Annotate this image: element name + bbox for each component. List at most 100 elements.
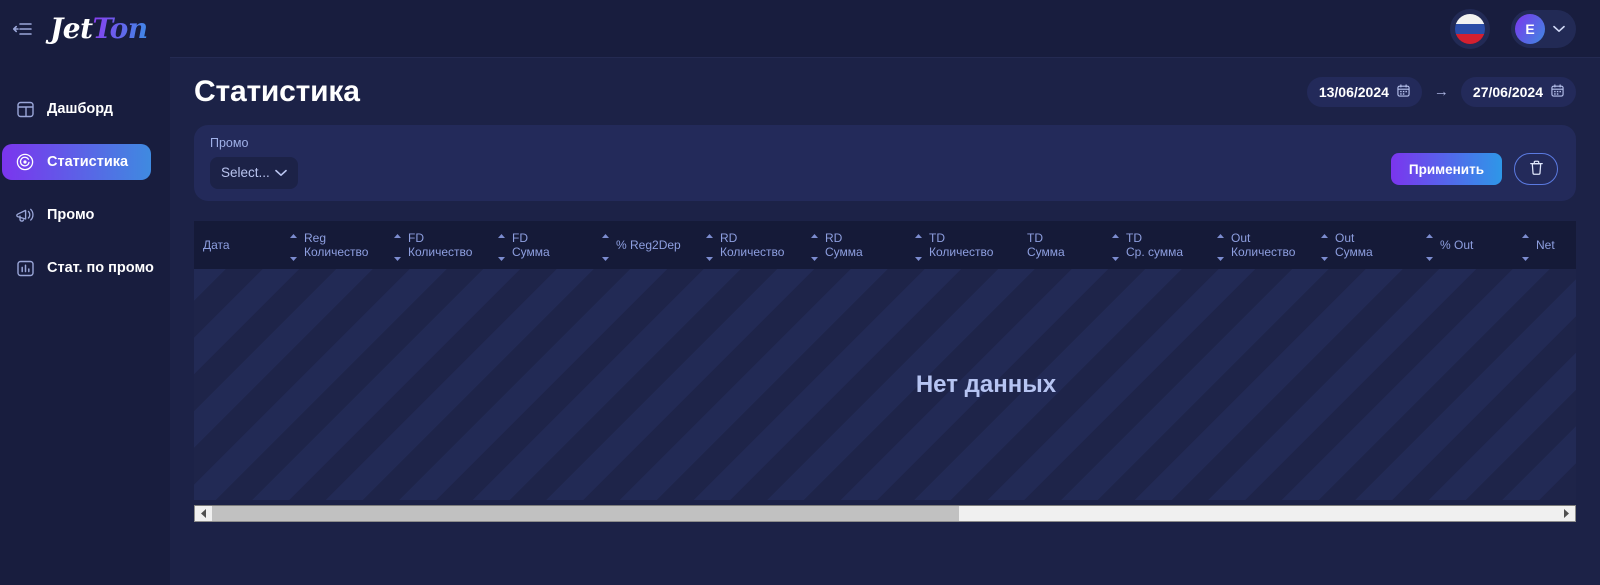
header-line-1: FD <box>512 231 528 245</box>
scrollbar-track[interactable] <box>212 506 1558 521</box>
app-logo[interactable]: JetTon <box>50 15 148 43</box>
header-line-2: Сумма <box>1335 245 1373 259</box>
sort-desc-icon <box>394 248 401 266</box>
column-header-fd-count[interactable]: FD Количество <box>394 225 498 266</box>
promo-select-value: Select... <box>221 165 270 180</box>
sort-desc-icon <box>498 248 505 266</box>
header-line-2: Сумма <box>512 245 550 259</box>
sort-toggle-icon[interactable] <box>394 225 401 266</box>
header-line-2: Количество <box>408 245 473 259</box>
column-header-out-pct[interactable]: % Out <box>1426 225 1522 266</box>
column-header-rd-sum[interactable]: RD Сумма <box>811 225 915 266</box>
sort-asc-icon <box>602 225 609 243</box>
header-line-1: TD <box>1027 231 1043 245</box>
user-menu[interactable]: E <box>1511 9 1576 48</box>
sort-desc-icon <box>1217 248 1224 266</box>
header-line-1: TD <box>929 231 945 245</box>
column-header-fd-sum[interactable]: FD Сумма <box>498 225 602 266</box>
date-end-input[interactable]: 27/06/2024 <box>1460 76 1576 107</box>
header-line-1: TD <box>1126 231 1142 245</box>
scroll-left-icon[interactable] <box>195 506 212 521</box>
header-line-2: Ср. сумма <box>1126 245 1184 259</box>
sort-asc-icon <box>1321 225 1328 243</box>
bar-chart-icon <box>16 259 34 277</box>
table-header-row: Дата Reg Количество FD Количество FD Сум… <box>194 221 1576 269</box>
sort-desc-icon <box>1522 248 1529 266</box>
column-header-td-sum[interactable]: TD Сумма <box>1019 231 1112 259</box>
sidebar-item-label: Статистика <box>47 153 129 170</box>
sidebar-item-label: Дашборд <box>47 100 113 117</box>
column-header-label: Reg Количество <box>304 231 368 259</box>
flag-stripe-white <box>1455 13 1485 24</box>
scroll-right-icon[interactable] <box>1558 506 1575 521</box>
calendar-icon <box>1551 83 1564 100</box>
logo-text-ton: Ton <box>92 12 149 45</box>
calendar-icon <box>1397 83 1410 100</box>
sort-desc-icon <box>602 248 609 266</box>
horizontal-scrollbar[interactable] <box>194 505 1576 522</box>
sidebar: JetTon Дашборд Статистика Промо Стат. по… <box>0 0 170 585</box>
topbar: E <box>170 0 1600 58</box>
column-header-label: TD Ср. сумма <box>1126 231 1183 259</box>
header-line-2: Количество <box>304 245 369 259</box>
sort-asc-icon <box>706 225 713 243</box>
date-end-value: 27/06/2024 <box>1472 83 1543 100</box>
sort-toggle-icon[interactable] <box>498 225 505 266</box>
sort-toggle-icon[interactable] <box>1426 225 1433 266</box>
column-header-net[interactable]: Net <box>1522 225 1576 266</box>
russia-flag-icon[interactable] <box>1455 13 1485 44</box>
sort-toggle-icon[interactable] <box>706 225 713 266</box>
column-header-rd-count[interactable]: RD Количество <box>706 225 811 266</box>
clear-filters-button[interactable] <box>1514 153 1558 185</box>
column-header-out-sum[interactable]: Out Сумма <box>1321 225 1426 266</box>
column-header-td-count[interactable]: TD Количество <box>915 225 1019 266</box>
column-header-out-count[interactable]: Out Количество <box>1217 225 1321 266</box>
sort-asc-icon <box>1217 225 1224 243</box>
column-header-label: % Out <box>1440 238 1474 252</box>
column-header-date[interactable]: Дата <box>194 238 290 252</box>
header-line-2: Сумма <box>825 245 863 259</box>
column-header-reg2dep-pct[interactable]: % Reg2Dep <box>602 225 706 266</box>
sidebar-item-statistics[interactable]: Статистика <box>2 144 151 180</box>
sort-toggle-icon[interactable] <box>915 225 922 266</box>
column-header-td-avg[interactable]: TD Ср. сумма <box>1112 225 1217 266</box>
sort-toggle-icon[interactable] <box>1217 225 1224 266</box>
statistics-table: Дата Reg Количество FD Количество FD Сум… <box>194 221 1576 522</box>
sort-asc-icon <box>1112 225 1119 243</box>
sort-toggle-icon[interactable] <box>811 225 818 266</box>
apply-button[interactable]: Применить <box>1390 153 1502 185</box>
sort-toggle-icon[interactable] <box>602 225 609 266</box>
sort-toggle-icon[interactable] <box>290 225 297 266</box>
scrollbar-thumb[interactable] <box>212 506 960 521</box>
filter-panel: Промо Select... Применить <box>194 125 1576 201</box>
sort-desc-icon <box>915 248 922 266</box>
sidebar-item-label: Стат. по промо <box>47 259 154 276</box>
column-header-label: FD Количество <box>408 231 472 259</box>
sort-desc-icon <box>811 248 818 266</box>
column-header-label: Out Сумма <box>1335 231 1373 259</box>
header-line-1: Out <box>1231 231 1251 245</box>
sort-toggle-icon[interactable] <box>1522 225 1529 266</box>
promo-select[interactable]: Select... <box>210 156 298 189</box>
statistics-icon <box>16 153 34 171</box>
megaphone-icon <box>16 206 34 224</box>
sidebar-item-promo-stats[interactable]: Стат. по промо <box>2 250 154 286</box>
sidebar-item-dashboard[interactable]: Дашборд <box>2 91 151 127</box>
sort-asc-icon <box>498 225 505 243</box>
sort-asc-icon <box>290 225 297 243</box>
column-header-reg-count[interactable]: Reg Количество <box>290 225 394 266</box>
sort-desc-icon <box>1321 248 1328 266</box>
main-content: Статистика 13/06/2024 → 27/06/2024 Промо… <box>170 58 1600 585</box>
date-start-input[interactable]: 13/06/2024 <box>1306 76 1422 107</box>
header-line-1: Reg <box>304 231 327 245</box>
sort-toggle-icon[interactable] <box>1321 225 1328 266</box>
sort-toggle-icon[interactable] <box>1112 225 1119 266</box>
header-line-2: Количество <box>1231 245 1296 259</box>
column-header-label: TD Сумма <box>1027 231 1065 259</box>
sort-asc-icon <box>1522 225 1529 243</box>
promo-filter-group: Промо Select... <box>210 137 298 189</box>
sidebar-item-promo[interactable]: Промо <box>2 197 151 233</box>
collapse-sidebar-icon[interactable] <box>8 14 38 44</box>
header-line-2: Сумма <box>1027 245 1065 259</box>
sidebar-item-label: Промо <box>47 206 95 223</box>
